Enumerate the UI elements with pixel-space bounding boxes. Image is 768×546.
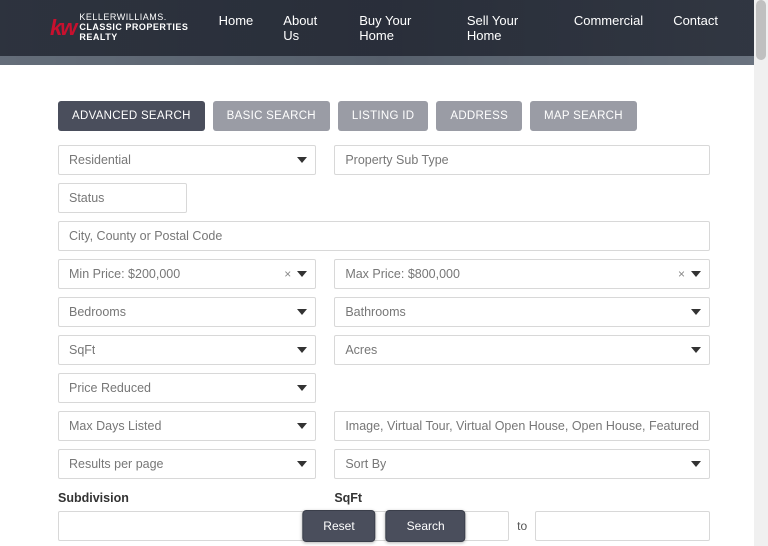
sqft-select[interactable]: SqFt	[58, 335, 316, 365]
max-days-listed-select[interactable]: Max Days Listed	[58, 411, 316, 441]
subdivision-input[interactable]	[58, 511, 316, 541]
display-options-select[interactable]: Image, Virtual Tour, Virtual Open House,…	[334, 411, 710, 441]
hero-strip	[0, 56, 768, 65]
clear-icon[interactable]: ×	[678, 267, 685, 281]
tab-listing-id[interactable]: LISTING ID	[338, 101, 428, 131]
nav-about[interactable]: About Us	[283, 13, 329, 43]
min-price-select[interactable]: Min Price: $200,000 ×	[58, 259, 316, 289]
nav-contact[interactable]: Contact	[673, 13, 718, 43]
tab-advanced-search[interactable]: ADVANCED SEARCH	[58, 101, 205, 131]
scrollbar-thumb[interactable]	[756, 0, 766, 60]
chevron-down-icon	[691, 271, 701, 277]
sqft-max-input[interactable]	[535, 511, 710, 541]
bathrooms-select[interactable]: Bathrooms	[334, 297, 710, 327]
tab-map-search[interactable]: MAP SEARCH	[530, 101, 637, 131]
chevron-down-icon	[297, 423, 307, 429]
logo-text: KELLERWILLIAMS. CLASSIC PROPERTIES REALT…	[79, 13, 218, 43]
bedrooms-select[interactable]: Bedrooms	[58, 297, 316, 327]
chevron-down-icon	[297, 157, 307, 163]
chevron-down-icon	[691, 347, 701, 353]
clear-icon[interactable]: ×	[284, 267, 291, 281]
chevron-down-icon	[297, 309, 307, 315]
location-input[interactable]: City, County or Postal Code	[58, 221, 710, 251]
range-to-text: to	[517, 519, 527, 533]
property-type-select[interactable]: Residential	[58, 145, 316, 175]
chevron-down-icon	[691, 309, 701, 315]
sort-by-select[interactable]: Sort By	[334, 449, 710, 479]
chevron-down-icon	[691, 461, 701, 467]
site-header: kw KELLERWILLIAMS. CLASSIC PROPERTIES RE…	[0, 0, 768, 56]
price-reduced-select[interactable]: Price Reduced	[58, 373, 316, 403]
results-per-page-select[interactable]: Results per page	[58, 449, 316, 479]
reset-button[interactable]: Reset	[302, 510, 375, 542]
chevron-down-icon	[297, 385, 307, 391]
max-price-select[interactable]: Max Price: $800,000 ×	[334, 259, 710, 289]
logo[interactable]: kw KELLERWILLIAMS. CLASSIC PROPERTIES RE…	[50, 13, 219, 43]
status-select[interactable]: Status	[58, 183, 187, 213]
property-sub-type-select[interactable]: Property Sub Type	[334, 145, 710, 175]
nav-home[interactable]: Home	[219, 13, 254, 43]
tab-basic-search[interactable]: BASIC SEARCH	[213, 101, 330, 131]
search-panel: ADVANCED SEARCH BASIC SEARCH LISTING ID …	[0, 65, 768, 546]
nav-sell[interactable]: Sell Your Home	[467, 13, 544, 43]
logo-mark: kw	[50, 15, 75, 41]
acres-select[interactable]: Acres	[334, 335, 710, 365]
tab-address[interactable]: ADDRESS	[436, 101, 522, 131]
chevron-down-icon	[297, 271, 307, 277]
vertical-scrollbar[interactable]	[754, 0, 768, 546]
search-tabs: ADVANCED SEARCH BASIC SEARCH LISTING ID …	[58, 101, 710, 131]
search-button[interactable]: Search	[386, 510, 466, 542]
main-nav: Home About Us Buy Your Home Sell Your Ho…	[219, 13, 718, 43]
subdivision-group: Subdivision	[58, 487, 316, 541]
search-form: Residential Property Sub Type Status Cit…	[58, 145, 710, 546]
sqft-range-label: SqFt	[334, 491, 710, 505]
nav-commercial[interactable]: Commercial	[574, 13, 643, 43]
chevron-down-icon	[297, 461, 307, 467]
chevron-down-icon	[297, 347, 307, 353]
form-actions: Reset Search	[302, 510, 465, 542]
nav-buy[interactable]: Buy Your Home	[359, 13, 437, 43]
subdivision-label: Subdivision	[58, 491, 316, 505]
